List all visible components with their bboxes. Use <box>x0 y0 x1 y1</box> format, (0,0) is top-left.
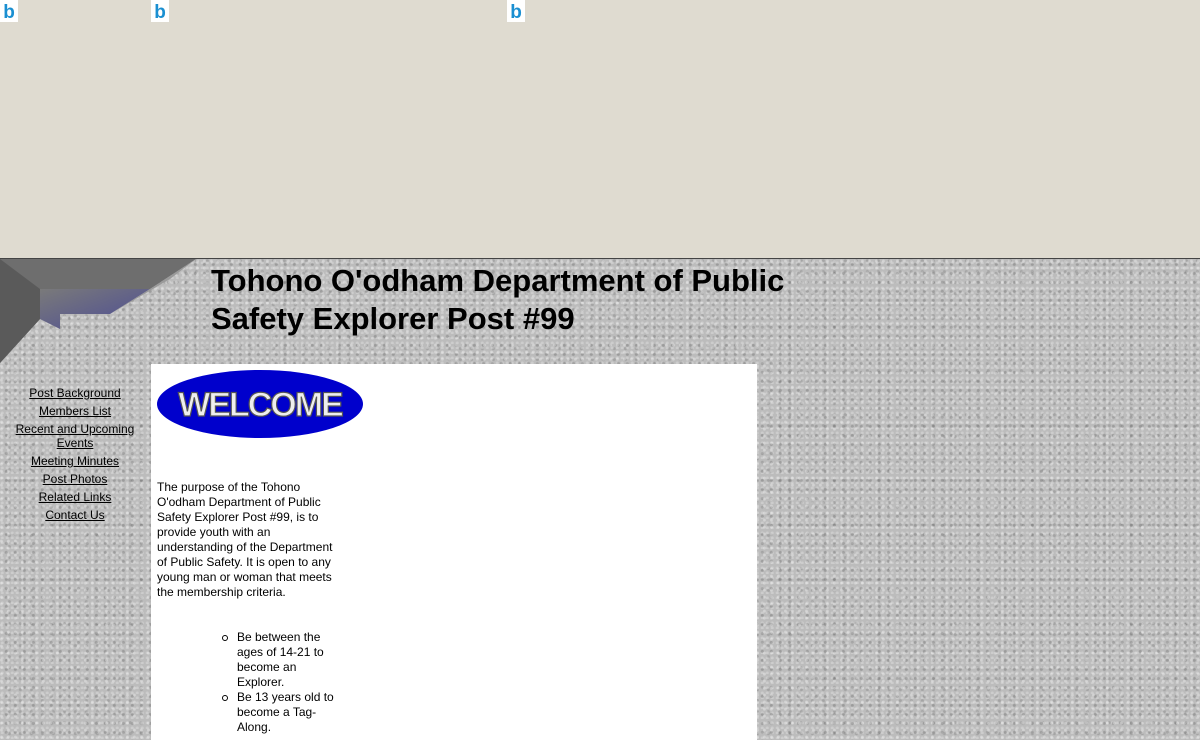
bing-icon[interactable]: b <box>151 0 169 22</box>
membership-criteria-list: Be between the ages of 14-21 to become a… <box>222 630 337 735</box>
bullet-icon <box>222 695 228 701</box>
welcome-text: WELCOME <box>178 386 343 424</box>
nav-link-post-photos[interactable]: Post Photos <box>8 472 142 486</box>
intro-paragraph: The purpose of the Tohono O'odham Depart… <box>157 480 333 599</box>
corner-bevel-decoration <box>0 259 196 363</box>
nav-link-recent-upcoming-events[interactable]: Recent and Upcoming Events <box>8 422 142 450</box>
nav-link-contact-us[interactable]: Contact Us <box>8 508 142 522</box>
page-title: Tohono O'odham Department of Public Safe… <box>211 263 785 336</box>
nav-link-members-list[interactable]: Members List <box>8 404 142 418</box>
sidebar-nav: Post Background Members List Recent and … <box>8 386 142 526</box>
list-item: Be between the ages of 14-21 to become a… <box>222 630 337 690</box>
nav-link-meeting-minutes[interactable]: Meeting Minutes <box>8 454 142 468</box>
bing-icon[interactable]: b <box>0 0 18 22</box>
ad-frame: b b b <box>0 0 1200 259</box>
nav-link-related-links[interactable]: Related Links <box>8 490 142 504</box>
bing-icon[interactable]: b <box>507 0 525 22</box>
main-content: WELCOME The purpose of the Tohono O'odha… <box>151 364 757 740</box>
bullet-icon <box>222 635 228 641</box>
list-item: Be 13 years old to become a Tag-Along. <box>222 690 337 735</box>
nav-link-post-background[interactable]: Post Background <box>8 386 142 400</box>
welcome-banner: WELCOME <box>157 370 363 438</box>
